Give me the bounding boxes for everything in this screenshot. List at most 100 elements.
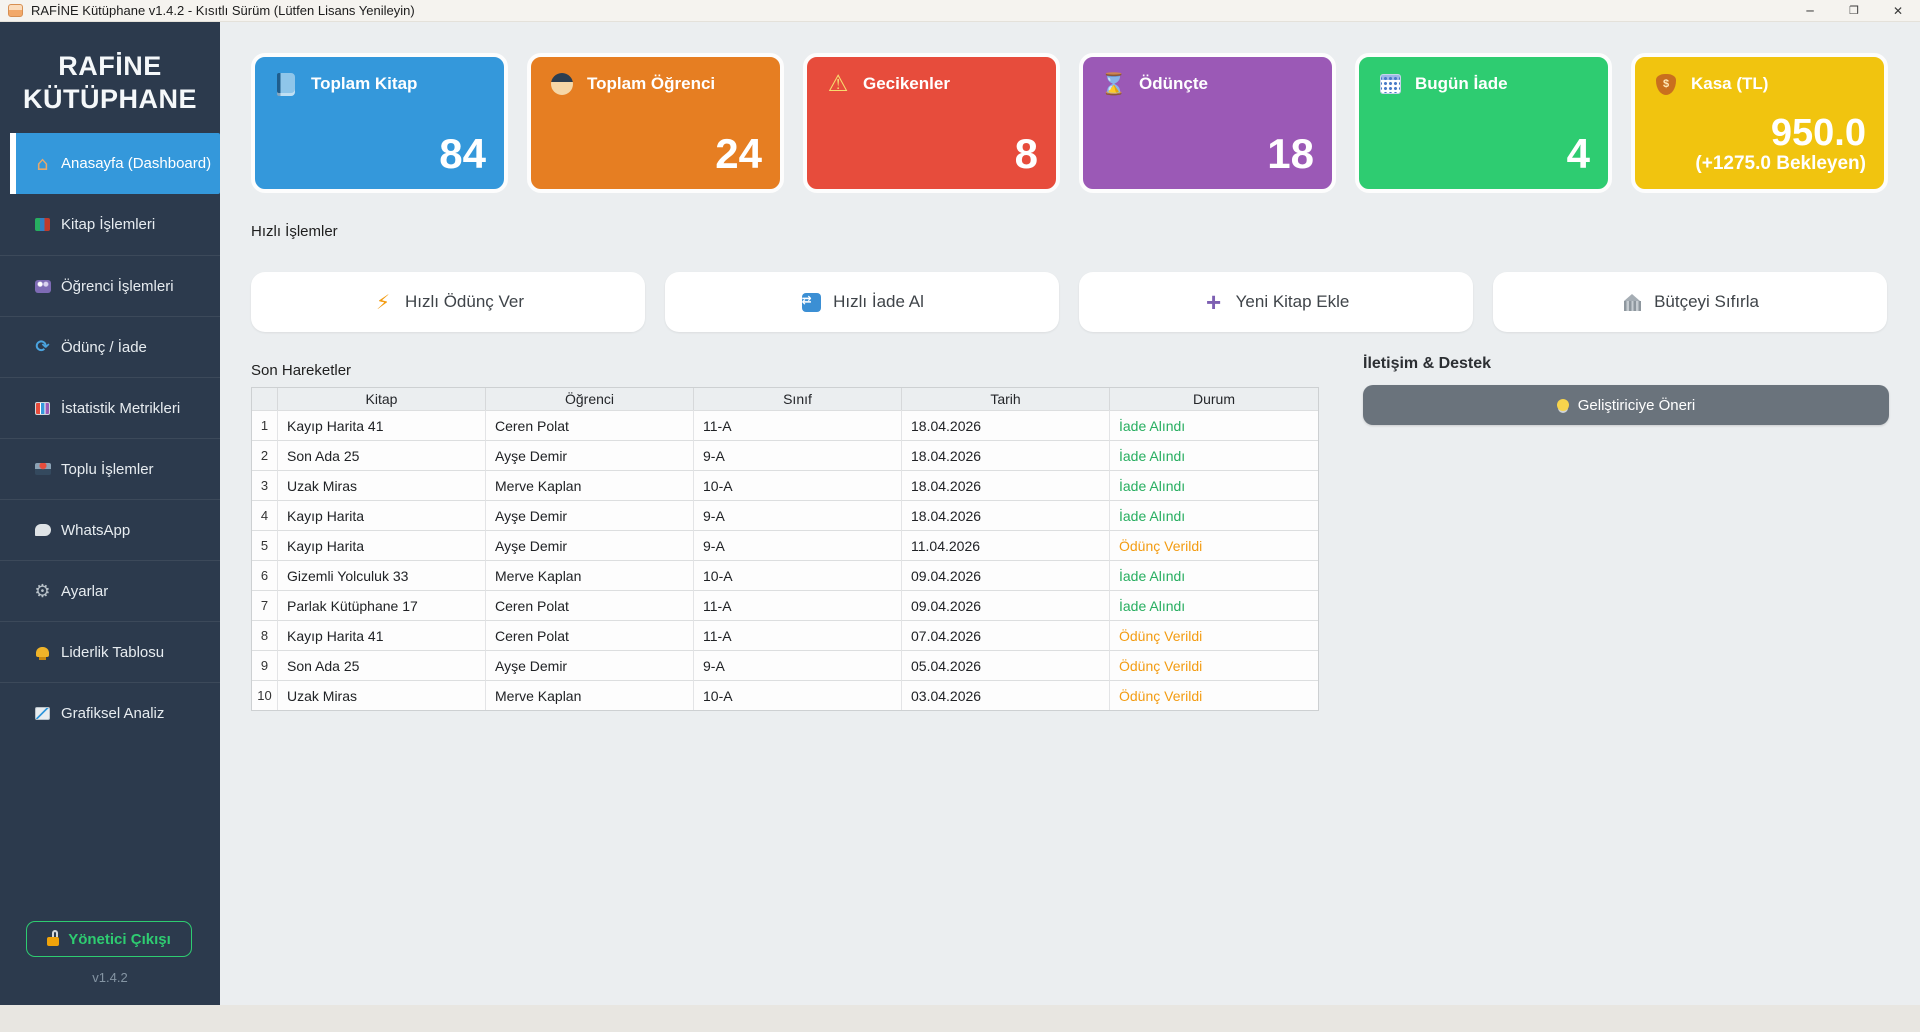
sinif-cell[interactable]: 11-A xyxy=(694,620,902,650)
quick-lend-button[interactable]: ⚡ Hızlı Ödünç Ver xyxy=(251,272,645,332)
stat-subvalue: (+1275.0 Bekleyen) xyxy=(1695,153,1866,175)
sinif-cell[interactable]: 11-A xyxy=(694,590,902,620)
kitap-cell[interactable]: Parlak Kütüphane 17 xyxy=(278,590,486,620)
sinif-cell[interactable]: 11-A xyxy=(694,410,902,440)
trophy-icon xyxy=(36,647,49,660)
graph-icon xyxy=(35,706,50,720)
books-icon xyxy=(35,218,50,231)
col-header-ogrenci: Öğrenci xyxy=(486,388,694,410)
tarih-cell[interactable]: 11.04.2026 xyxy=(902,530,1110,560)
minimize-button[interactable]: ─ xyxy=(1788,0,1832,21)
sidebar-item-liderlik[interactable]: Liderlik Tablosu xyxy=(0,621,220,682)
sidebar-item-ogrenci-islemleri[interactable]: Öğrenci İşlemleri xyxy=(0,255,220,316)
sidebar-item-kitap-islemleri[interactable]: Kitap İşlemleri xyxy=(0,194,220,255)
kitap-cell[interactable]: Uzak Miras xyxy=(278,680,486,710)
row-number-cell[interactable]: 4 xyxy=(252,500,278,530)
row-number-cell[interactable]: 8 xyxy=(252,620,278,650)
home-icon: ⌂ xyxy=(36,152,49,175)
unlock-icon xyxy=(47,930,60,946)
row-number-cell[interactable]: 5 xyxy=(252,530,278,560)
kitap-cell[interactable]: Kayıp Harita xyxy=(278,500,486,530)
row-number-cell[interactable]: 3 xyxy=(252,470,278,500)
kitap-cell[interactable]: Uzak Miras xyxy=(278,470,486,500)
sidebar-item-odunc-iade[interactable]: ⟳ Ödünç / İade xyxy=(0,316,220,377)
durum-cell[interactable]: Ödünç Verildi xyxy=(1110,620,1318,650)
durum-cell[interactable]: Ödünç Verildi xyxy=(1110,650,1318,680)
durum-cell[interactable]: İade Alındı xyxy=(1110,440,1318,470)
kitap-cell[interactable]: Kayıp Harita 41 xyxy=(278,410,486,440)
durum-cell[interactable]: Ödünç Verildi xyxy=(1110,680,1318,710)
row-number-cell[interactable]: 2 xyxy=(252,440,278,470)
tarih-cell[interactable]: 07.04.2026 xyxy=(902,620,1110,650)
quick-return-button[interactable]: ⇄ Hızlı İade Al xyxy=(665,272,1059,332)
ogrenci-cell[interactable]: Ceren Polat xyxy=(486,620,694,650)
admin-logout-button[interactable]: Yönetici Çıkışı xyxy=(26,921,192,957)
stat-value: 24 xyxy=(715,130,762,177)
sinif-cell[interactable]: 10-A xyxy=(694,560,902,590)
close-button[interactable]: ✕ xyxy=(1876,0,1920,21)
sidebar-menu: ⌂ Anasayfa (Dashboard) Kitap İşlemleri Ö… xyxy=(0,133,220,743)
row-number-cell[interactable]: 7 xyxy=(252,590,278,620)
developer-suggestion-button[interactable]: Geliştiriciye Öneri xyxy=(1363,385,1889,425)
durum-cell[interactable]: İade Alındı xyxy=(1110,470,1318,500)
sidebar-item-grafiksel-analiz[interactable]: Grafiksel Analiz xyxy=(0,682,220,743)
reset-budget-button[interactable]: Bütçeyi Sıfırla xyxy=(1493,272,1887,332)
ogrenci-cell[interactable]: Ceren Polat xyxy=(486,590,694,620)
ogrenci-cell[interactable]: Ayşe Demir xyxy=(486,500,694,530)
kitap-cell[interactable]: Gizemli Yolculuk 33 xyxy=(278,560,486,590)
chart-icon xyxy=(35,401,50,415)
maximize-button[interactable]: ❐ xyxy=(1832,0,1876,21)
col-header-kitap: Kitap xyxy=(278,388,486,410)
kitap-cell[interactable]: Kayıp Harita xyxy=(278,530,486,560)
ogrenci-cell[interactable]: Ayşe Demir xyxy=(486,440,694,470)
support-section: İletişim & Destek Geliştiriciye Öneri xyxy=(1363,332,1889,425)
tarih-cell[interactable]: 18.04.2026 xyxy=(902,410,1110,440)
ogrenci-cell[interactable]: Merve Kaplan xyxy=(486,680,694,710)
row-number-cell[interactable]: 1 xyxy=(252,410,278,440)
tarih-cell[interactable]: 03.04.2026 xyxy=(902,680,1110,710)
tarih-cell[interactable]: 09.04.2026 xyxy=(902,590,1110,620)
add-book-button[interactable]: + Yeni Kitap Ekle xyxy=(1079,272,1473,332)
sidebar-item-toplu-islemler[interactable]: Toplu İşlemler xyxy=(0,438,220,499)
support-label: İletişim & Destek xyxy=(1363,355,1492,372)
sidebar-item-istatistik[interactable]: İstatistik Metrikleri xyxy=(0,377,220,438)
durum-cell[interactable]: İade Alındı xyxy=(1110,560,1318,590)
tarih-cell[interactable]: 09.04.2026 xyxy=(902,560,1110,590)
durum-cell[interactable]: İade Alındı xyxy=(1110,410,1318,440)
durum-cell[interactable]: İade Alındı xyxy=(1110,500,1318,530)
kitap-cell[interactable]: Son Ada 25 xyxy=(278,650,486,680)
recent-label: Son Hareketler xyxy=(251,362,352,379)
stat-value: 950.0 xyxy=(1770,112,1866,155)
row-number-cell[interactable]: 10 xyxy=(252,680,278,710)
refresh-icon: ⟳ xyxy=(35,337,50,357)
kitap-cell[interactable]: Son Ada 25 xyxy=(278,440,486,470)
row-number-cell[interactable]: 6 xyxy=(252,560,278,590)
ogrenci-cell[interactable]: Merve Kaplan xyxy=(486,470,694,500)
tarih-cell[interactable]: 05.04.2026 xyxy=(902,650,1110,680)
ogrenci-cell[interactable]: Ayşe Demir xyxy=(486,530,694,560)
sidebar-item-whatsapp[interactable]: WhatsApp xyxy=(0,499,220,560)
sinif-cell[interactable]: 9-A xyxy=(694,530,902,560)
ogrenci-cell[interactable]: Ceren Polat xyxy=(486,410,694,440)
version-label: v1.4.2 xyxy=(92,970,128,985)
stat-label: Bugün İade xyxy=(1415,74,1508,93)
ogrenci-cell[interactable]: Ayşe Demir xyxy=(486,650,694,680)
row-number-cell[interactable]: 9 xyxy=(252,650,278,680)
tarih-cell[interactable]: 18.04.2026 xyxy=(902,500,1110,530)
calendar-icon xyxy=(1379,74,1401,94)
sidebar-item-ayarlar[interactable]: ⚙ Ayarlar xyxy=(0,560,220,621)
tarih-cell[interactable]: 18.04.2026 xyxy=(902,470,1110,500)
sinif-cell[interactable]: 10-A xyxy=(694,680,902,710)
bank-icon xyxy=(1623,294,1641,311)
durum-cell[interactable]: Ödünç Verildi xyxy=(1110,530,1318,560)
sinif-cell[interactable]: 10-A xyxy=(694,470,902,500)
sinif-cell[interactable]: 9-A xyxy=(694,440,902,470)
kitap-cell[interactable]: Kayıp Harita 41 xyxy=(278,620,486,650)
sinif-cell[interactable]: 9-A xyxy=(694,650,902,680)
tarih-cell[interactable]: 18.04.2026 xyxy=(902,440,1110,470)
sidebar-item-anasayfa[interactable]: ⌂ Anasayfa (Dashboard) xyxy=(10,133,220,194)
quick-actions-label: Hızlı İşlemler xyxy=(251,223,338,240)
sinif-cell[interactable]: 9-A xyxy=(694,500,902,530)
ogrenci-cell[interactable]: Merve Kaplan xyxy=(486,560,694,590)
durum-cell[interactable]: İade Alındı xyxy=(1110,590,1318,620)
